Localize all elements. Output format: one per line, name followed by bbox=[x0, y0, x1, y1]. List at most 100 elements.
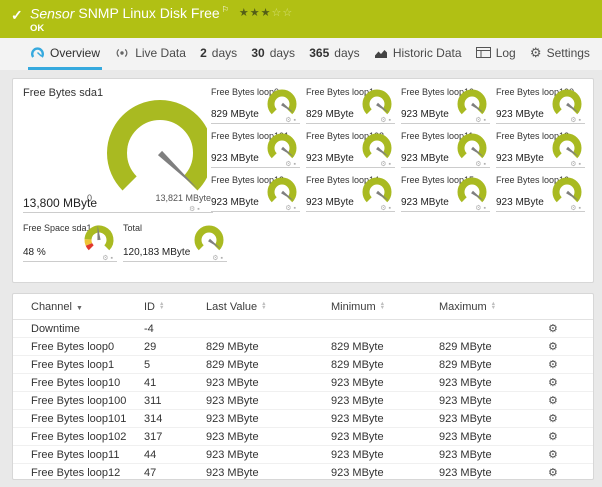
column-header-channel[interactable]: Channel ▼ bbox=[13, 294, 138, 320]
cell-id: 317 bbox=[138, 427, 200, 446]
channel-settings-gear-icon[interactable]: ⚙ bbox=[548, 323, 558, 335]
flag-icon[interactable]: ⚐ bbox=[222, 5, 229, 14]
cell-maximum: 923 MByte bbox=[433, 445, 538, 464]
small-gauge: Free Bytes loop16 923 MByte ⚙▪ bbox=[494, 173, 589, 217]
tab-number: 365 bbox=[309, 45, 330, 60]
channel-settings-gear-icon[interactable]: ⚙ bbox=[548, 359, 558, 371]
cell-minimum: 923 MByte bbox=[325, 445, 433, 464]
gauge-value: 923 MByte bbox=[496, 153, 544, 164]
gauge-title: Total bbox=[123, 223, 143, 233]
cell-last-value: 829 MByte bbox=[200, 337, 325, 356]
channel-settings-gear-icon[interactable]: ⚙ bbox=[548, 431, 558, 443]
gauges-card: Free Bytes sda1 0 13,821 MByte 13,800 MB… bbox=[12, 78, 594, 283]
channel-settings-gear-icon[interactable]: ⚙ bbox=[548, 377, 558, 389]
tab-log[interactable]: Log bbox=[474, 38, 518, 70]
small-gauge: Free Bytes loop1 829 MByte ⚙▪ bbox=[304, 85, 399, 129]
table-row[interactable]: Free Bytes loop100 311 923 MByte 923 MBy… bbox=[13, 391, 593, 410]
cell-last-value: 923 MByte bbox=[200, 427, 325, 446]
gauge-value: 120,183 MByte bbox=[123, 247, 191, 258]
gauge-settings-icons[interactable]: ⚙▪ bbox=[475, 116, 488, 124]
channel-settings-gear-icon[interactable]: ⚙ bbox=[548, 413, 558, 425]
gauge-settings-icons[interactable]: ⚙▪ bbox=[380, 204, 393, 212]
tab-2-days[interactable]: 2 days bbox=[198, 38, 239, 70]
sort-desc-icon: ▼ bbox=[75, 304, 83, 312]
gauge-settings-icons[interactable]: ⚙▪ bbox=[570, 204, 583, 212]
gauge-settings-icons[interactable]: ⚙▪ bbox=[102, 254, 115, 262]
table-row[interactable]: Free Bytes loop12 47 923 MByte 923 MByte… bbox=[13, 464, 593, 482]
gauge-settings-icons[interactable]: ⚙▪ bbox=[380, 160, 393, 168]
channel-settings-gear-icon[interactable]: ⚙ bbox=[548, 449, 558, 461]
table-row[interactable]: Free Bytes loop102 317 923 MByte 923 MBy… bbox=[13, 427, 593, 446]
cell-maximum bbox=[433, 319, 538, 338]
gauge-dial bbox=[191, 223, 227, 257]
column-header-actions bbox=[538, 294, 593, 320]
cell-last-value: 923 MByte bbox=[200, 391, 325, 410]
small-gauge: Free Bytes loop0 829 MByte ⚙▪ bbox=[209, 85, 304, 129]
gauge-settings-icons[interactable]: ⚙▪ bbox=[475, 204, 488, 212]
cell-last-value: 923 MByte bbox=[206, 466, 259, 479]
channel-settings-gear-icon[interactable]: ⚙ bbox=[548, 395, 558, 407]
tab-number: 30 bbox=[251, 45, 265, 60]
tab-live-data[interactable]: Live Data bbox=[112, 38, 188, 70]
tab-365-days[interactable]: 365 days bbox=[307, 38, 361, 70]
cell-id: 44 bbox=[138, 445, 200, 464]
column-header-minimum[interactable]: Minimum ▲ ▼ bbox=[325, 294, 433, 320]
gauge-settings-icons[interactable]: ⚙▪ bbox=[380, 116, 393, 124]
gauge-value: 829 MByte bbox=[306, 109, 354, 120]
gauge-value: 48 % bbox=[23, 247, 46, 258]
channel-settings-gear-icon[interactable]: ⚙ bbox=[548, 341, 558, 353]
tab-label: Log bbox=[495, 45, 516, 60]
cell-minimum: 923 MByte bbox=[325, 373, 433, 392]
table-row[interactable]: Free Bytes loop101 314 923 MByte 923 MBy… bbox=[13, 409, 593, 428]
table-row[interactable]: Free Bytes loop11 44 923 MByte 923 MByte… bbox=[13, 445, 593, 464]
table-row[interactable]: Downtime -4 ⚙ bbox=[13, 319, 593, 338]
tab-bar: Overview Live Data 2 days 30 days 365 da… bbox=[0, 38, 602, 70]
cell-maximum: 829 MByte bbox=[433, 355, 538, 374]
gauge-settings-icons[interactable]: ⚙▪ bbox=[285, 116, 298, 124]
cell-id: -4 bbox=[138, 319, 200, 338]
cell-channel: Free Bytes loop102 bbox=[13, 427, 138, 446]
small-gauge: Free Bytes loop15 923 MByte ⚙▪ bbox=[399, 173, 494, 217]
gauge-settings-icons[interactable]: ⚙▪ bbox=[285, 160, 298, 168]
tab-historic-data[interactable]: Historic Data bbox=[372, 38, 464, 70]
sensor-title-row: Sensor SNMP Linux Disk Free ⚐ ★★★☆☆ bbox=[30, 5, 293, 23]
cell-id: 29 bbox=[138, 337, 200, 356]
gauge-settings-icons[interactable]: ⚙▪ bbox=[570, 160, 583, 168]
small-gauge: Free Bytes loop102 923 MByte ⚙▪ bbox=[304, 129, 399, 173]
tab-overview[interactable]: Overview bbox=[28, 38, 103, 70]
column-header-last-value[interactable]: Last Value ▲ ▼ bbox=[200, 294, 325, 320]
chart-icon bbox=[374, 47, 388, 59]
channels-table: Channel ▼ ID ▲ ▼ Last Value ▲ ▼ Minimum ▲ ▼ Maximum… bbox=[13, 294, 593, 481]
gauge-settings-icons[interactable]: ⚙▪ bbox=[212, 254, 225, 262]
cell-channel: Free Bytes loop100 bbox=[13, 391, 138, 410]
table-row[interactable]: Free Bytes loop0 29 829 MByte 829 MByte … bbox=[13, 337, 593, 356]
column-header-id[interactable]: ID ▲ ▼ bbox=[138, 294, 200, 320]
table-header-row: Channel ▼ ID ▲ ▼ Last Value ▲ ▼ Minimum ▲ ▼ Maximum… bbox=[13, 294, 593, 320]
star-filled-icon: ★ bbox=[238, 7, 250, 20]
tab-label: days bbox=[269, 45, 296, 60]
table-row[interactable]: Free Bytes loop1 5 829 MByte 829 MByte 8… bbox=[13, 355, 593, 374]
main-gauge-underline bbox=[23, 212, 213, 213]
small-gauges-grid: Free Bytes loop0 829 MByte ⚙▪ Free Bytes… bbox=[209, 85, 589, 217]
small-gauge: Free Bytes loop14 923 MByte ⚙▪ bbox=[304, 173, 399, 217]
tab-label: Live Data bbox=[135, 45, 186, 60]
tab-label: days bbox=[334, 45, 360, 60]
priority-stars[interactable]: ★★★☆☆ bbox=[239, 7, 293, 19]
gauge-settings-icons[interactable]: ⚙▪ bbox=[285, 204, 298, 212]
gauge-settings-icons[interactable]: ⚙▪ bbox=[189, 205, 202, 213]
cell-id: 311 bbox=[138, 391, 200, 410]
cell-maximum: 923 MByte bbox=[439, 466, 492, 479]
column-header-maximum[interactable]: Maximum ▲ ▼ bbox=[433, 294, 538, 320]
cell-channel: Free Bytes loop1 bbox=[13, 355, 138, 374]
table-row[interactable]: Free Bytes loop10 41 923 MByte 923 MByte… bbox=[13, 373, 593, 392]
ok-check-icon: ✓ bbox=[11, 7, 23, 23]
tab-30-days[interactable]: 30 days bbox=[249, 38, 297, 70]
channel-settings-gear-icon[interactable]: ⚙ bbox=[548, 467, 558, 479]
cell-channel: Free Bytes loop12 bbox=[31, 466, 121, 479]
cell-last-value: 923 MByte bbox=[200, 445, 325, 464]
tab-settings[interactable]: ⚙ Settings bbox=[528, 38, 592, 70]
gauge-value: 923 MByte bbox=[401, 153, 449, 164]
gauge-settings-icons[interactable]: ⚙▪ bbox=[475, 160, 488, 168]
gauge-settings-icons[interactable]: ⚙▪ bbox=[570, 116, 583, 124]
cell-channel: Free Bytes loop10 bbox=[13, 373, 138, 392]
